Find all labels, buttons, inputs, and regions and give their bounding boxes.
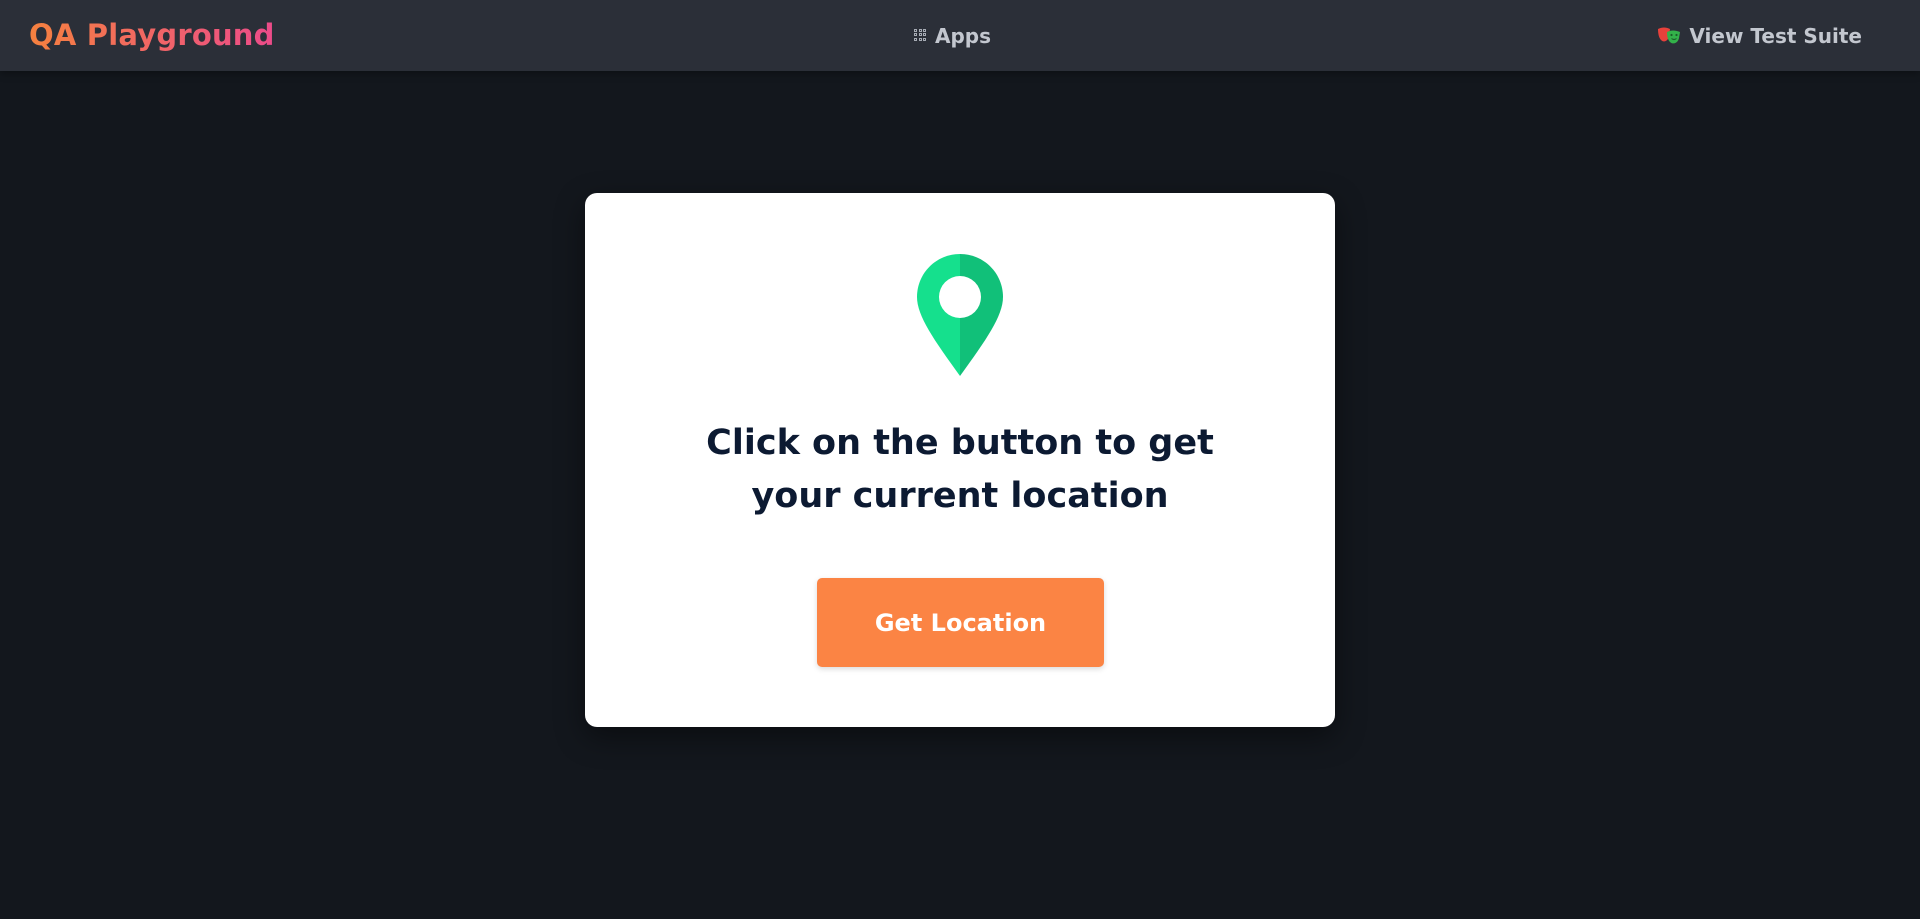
navbar: QA Playground Apps View Test Suite [0, 0, 1920, 71]
nav-apps-label: Apps [935, 23, 992, 48]
brand-logo-link[interactable]: QA Playground [29, 0, 275, 71]
grid-icon [914, 28, 928, 43]
view-test-suite-link[interactable]: View Test Suite [1657, 0, 1862, 71]
theater-masks-icon [1658, 27, 1681, 43]
nav-apps-link[interactable]: Apps [914, 0, 991, 71]
get-location-button[interactable]: Get Location [817, 578, 1104, 667]
instruction-heading: Click on the button to get your current … [706, 423, 1214, 516]
location-card: Click on the button to get your current … [585, 193, 1335, 727]
map-pin-icon [917, 254, 1003, 376]
view-test-suite-label: View Test Suite [1689, 23, 1862, 48]
